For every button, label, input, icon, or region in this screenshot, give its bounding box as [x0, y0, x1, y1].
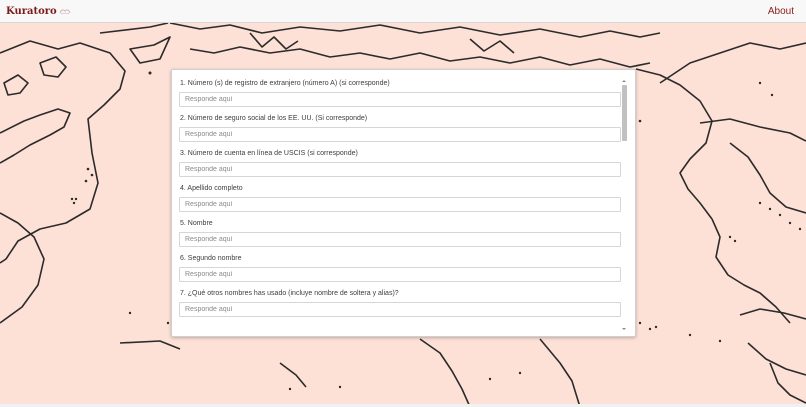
brand-link[interactable]: Kuratoro — [6, 6, 71, 17]
question-label: 2. Número de seguro social de los EE. UU… — [180, 115, 368, 122]
answer-input[interactable] — [179, 302, 621, 317]
answer-input[interactable] — [179, 267, 621, 282]
scrollbar[interactable] — [621, 78, 627, 332]
form-panel: 1. Número (s) de registro de extranjero … — [171, 69, 636, 337]
question-label: 1. Número (s) de registro de extranjero … — [180, 80, 390, 87]
question-label: 4. Apellido completo — [180, 185, 243, 192]
about-link[interactable]: About — [768, 6, 794, 17]
question-label: 7. ¿Qué otros nombres has usado (incluye… — [180, 290, 399, 297]
answer-input[interactable] — [179, 127, 621, 142]
scroll-up-arrow-icon[interactable] — [621, 78, 627, 84]
question-2: 2. Número de seguro social de los EE. UU… — [179, 112, 621, 142]
question-6: 6. Segundo nombre — [179, 252, 621, 282]
answer-input[interactable] — [179, 92, 621, 107]
question-1: 1. Número (s) de registro de extranjero … — [179, 77, 621, 107]
answer-input[interactable] — [179, 197, 621, 212]
scroll-thumb[interactable] — [622, 85, 627, 141]
question-4: 4. Apellido completo — [179, 182, 621, 212]
question-label: 3. Número de cuenta en línea de USCIS (s… — [180, 150, 358, 157]
question-5: 5. Nombre — [179, 217, 621, 247]
brand-logo-icon — [59, 8, 71, 14]
answer-input[interactable] — [179, 232, 621, 247]
question-7: 7. ¿Qué otros nombres has usado (incluye… — [179, 287, 621, 317]
question-label: 5. Nombre — [180, 220, 213, 227]
answer-input[interactable] — [179, 162, 621, 177]
navbar: Kuratoro About — [0, 0, 806, 23]
scroll-down-arrow-icon[interactable] — [621, 326, 627, 332]
question-3: 3. Número de cuenta en línea de USCIS (s… — [179, 147, 621, 177]
form-scroll-area[interactable]: 1. Número (s) de registro de extranjero … — [172, 70, 635, 336]
question-label: 6. Segundo nombre — [180, 255, 242, 262]
brand-name: Kuratoro — [6, 5, 57, 17]
